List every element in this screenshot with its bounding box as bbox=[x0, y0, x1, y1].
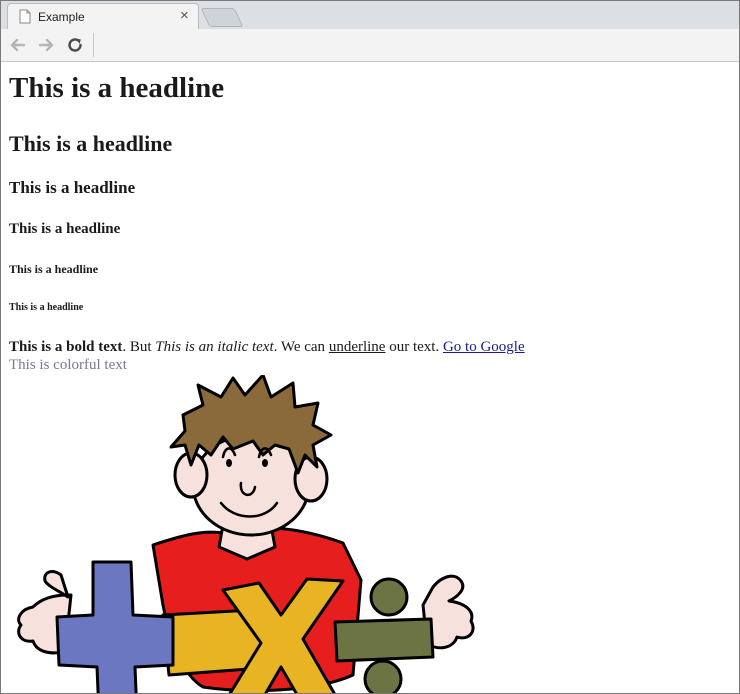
page-content: This is a headline This is a headline Th… bbox=[1, 62, 739, 693]
headline-h6: This is a headline bbox=[9, 302, 84, 313]
back-arrow-icon[interactable] bbox=[8, 35, 28, 55]
underline-text: underline bbox=[328, 339, 386, 355]
text-after-underline: our text. bbox=[385, 339, 443, 355]
address-bar-edge[interactable] bbox=[93, 33, 97, 57]
text-after-italic: . We can bbox=[273, 339, 329, 355]
tab-strip: Example × bbox=[1, 1, 739, 29]
google-link[interactable]: Go to Google bbox=[443, 339, 525, 355]
headline-h3: This is a headline bbox=[9, 178, 136, 197]
divide-dot-top-shape bbox=[369, 577, 409, 617]
colorful-text: This is colorful text bbox=[9, 357, 127, 373]
browser-window: Example × This is a headline This is a h… bbox=[0, 0, 740, 694]
divide-dot-bottom-shape bbox=[363, 659, 403, 693]
text-after-bold: . But bbox=[122, 339, 156, 355]
page-icon bbox=[19, 9, 31, 24]
bold-text: This is a bold text bbox=[9, 339, 123, 355]
browser-toolbar bbox=[1, 29, 739, 62]
math-boy-clipart bbox=[17, 375, 475, 693]
formatted-paragraph: This is a bold text. But This is an ital… bbox=[9, 339, 525, 356]
close-icon[interactable]: × bbox=[180, 7, 189, 24]
headline-h5: This is a headline bbox=[9, 262, 99, 276]
hand-l-top-shape bbox=[43, 570, 70, 599]
plus-shape bbox=[55, 560, 175, 693]
headline-h2: This is a headline bbox=[9, 131, 173, 156]
reload-icon[interactable] bbox=[65, 35, 85, 55]
divide-bar-shape bbox=[333, 617, 435, 663]
italic-text: This is an italic text bbox=[155, 339, 274, 355]
headline-h1: This is a headline bbox=[9, 72, 225, 104]
forward-arrow-icon[interactable] bbox=[36, 35, 56, 55]
new-tab-button[interactable] bbox=[200, 8, 244, 27]
headline-h4: This is a headline bbox=[9, 221, 121, 237]
tab-title: Example bbox=[38, 10, 85, 24]
tab-example[interactable]: Example × bbox=[7, 3, 199, 29]
